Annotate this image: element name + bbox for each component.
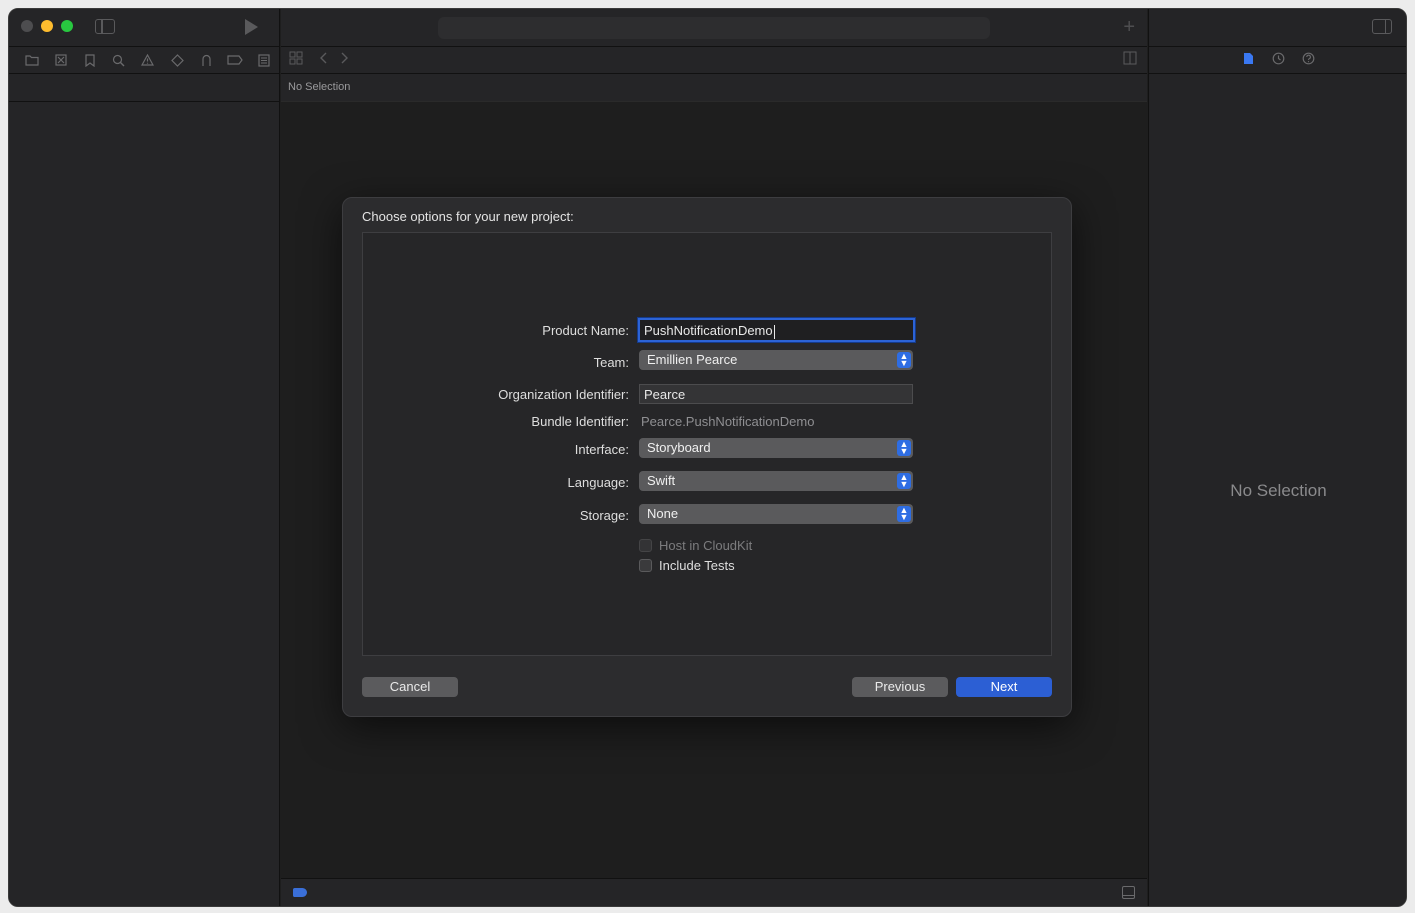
bundle-identifier-label: Bundle Identifier: xyxy=(531,414,629,429)
debug-bar xyxy=(281,878,1147,906)
history-icon[interactable] xyxy=(1269,52,1289,68)
cancel-button[interactable]: Cancel xyxy=(362,677,458,697)
language-row: Language: Swift ▲ ▼ xyxy=(363,471,1051,493)
sidebar-toggle-icon[interactable] xyxy=(95,19,115,34)
help-icon[interactable] xyxy=(1299,52,1319,68)
host-in-cloudkit-option: Host in CloudKit xyxy=(639,536,752,554)
navigator-content xyxy=(9,74,279,102)
include-tests-checkbox[interactable] xyxy=(639,558,652,572)
team-label: Team: xyxy=(593,355,629,370)
activity-viewer xyxy=(438,17,990,39)
inspector-pane: No Selection xyxy=(1148,9,1406,906)
new-project-options-sheet: Choose options for your new project: Pro… xyxy=(342,197,1072,717)
text-caret xyxy=(773,324,775,339)
path-bar: No Selection xyxy=(281,74,1147,102)
inspector-toolbar xyxy=(1149,9,1406,46)
team-value: Emillien Pearce xyxy=(647,352,738,367)
inspector-tab-bar xyxy=(1149,46,1406,74)
debug-area-toggle-icon[interactable] xyxy=(1122,886,1135,899)
source-control-icon[interactable] xyxy=(46,50,75,70)
grid-icon[interactable] xyxy=(289,51,303,68)
run-icon[interactable] xyxy=(245,19,258,35)
product-name-label: Product Name: xyxy=(542,323,629,338)
previous-button[interactable]: Previous xyxy=(852,677,948,697)
host-in-cloudkit-label: Host in CloudKit xyxy=(659,537,753,553)
folder-icon[interactable] xyxy=(17,50,46,70)
report-icon[interactable] xyxy=(250,50,279,70)
sheet-title: Choose options for your new project: xyxy=(362,209,574,224)
inspector-no-selection: No Selection xyxy=(1230,481,1327,500)
organization-identifier-value: Pearce xyxy=(644,387,686,402)
warning-icon[interactable] xyxy=(133,50,162,70)
team-row: Team: Emillien Pearce ▲ ▼ xyxy=(363,350,1051,372)
team-popup[interactable]: Emillien Pearce ▲ ▼ xyxy=(639,350,913,370)
search-icon[interactable] xyxy=(104,50,133,70)
language-value: Swift xyxy=(647,473,676,488)
inspector-toggle-icon[interactable] xyxy=(1372,19,1392,34)
editor-toolbar: + xyxy=(281,9,1147,46)
chevron-left-icon[interactable] xyxy=(319,51,329,68)
language-popup[interactable]: Swift ▲ ▼ xyxy=(639,471,913,491)
product-name-row: Product Name: PushNotificationDemo xyxy=(363,318,1051,342)
popup-stepper-icon: ▲ ▼ xyxy=(897,352,911,368)
navigator-toolbar xyxy=(9,9,279,46)
debug-icon[interactable] xyxy=(192,50,221,70)
storage-row: Storage: None ▲ ▼ xyxy=(363,504,1051,526)
bookmark-icon[interactable] xyxy=(75,50,104,70)
organization-identifier-label: Organization Identifier: xyxy=(498,387,629,402)
popup-stepper-icon: ▲ ▼ xyxy=(897,506,911,522)
storage-value: None xyxy=(647,506,679,521)
storage-label: Storage: xyxy=(579,508,629,523)
add-icon[interactable]: + xyxy=(1123,15,1135,39)
storage-popup[interactable]: None ▲ ▼ xyxy=(639,504,913,524)
popup-stepper-icon: ▲ ▼ xyxy=(897,473,911,489)
options-panel: Product Name: PushNotificationDemo Team:… xyxy=(362,232,1052,656)
include-tests-label[interactable]: Include Tests xyxy=(659,558,735,573)
file-inspector-icon[interactable] xyxy=(1239,52,1259,68)
bundle-identifier-value: Pearce.PushNotificationDemo xyxy=(641,414,815,429)
navigator-pane xyxy=(9,9,280,906)
language-label: Language: xyxy=(567,475,629,490)
close-window-button[interactable] xyxy=(21,20,33,32)
test-icon[interactable] xyxy=(163,50,192,70)
include-tests-option: Include Tests xyxy=(639,556,735,574)
organization-identifier-field[interactable]: Pearce xyxy=(639,384,913,404)
interface-label: Interface: xyxy=(574,442,629,457)
split-editor-icon[interactable] xyxy=(1123,51,1137,68)
next-button[interactable]: Next xyxy=(956,677,1052,697)
host-in-cloudkit-checkbox xyxy=(639,538,652,552)
bundle-identifier-row: Bundle Identifier: Pearce.PushNotificati… xyxy=(363,411,1051,433)
organization-identifier-row: Organization Identifier: Pearce xyxy=(363,384,1051,406)
breakpoint-icon[interactable] xyxy=(221,50,250,70)
popup-stepper-icon: ▲ ▼ xyxy=(897,440,911,456)
jump-bar xyxy=(281,46,1147,74)
minimize-window-button[interactable] xyxy=(41,20,53,32)
product-name-field[interactable]: PushNotificationDemo xyxy=(638,318,915,342)
zoom-window-button[interactable] xyxy=(61,20,73,32)
interface-popup[interactable]: Storyboard ▲ ▼ xyxy=(639,438,913,458)
product-name-value: PushNotificationDemo xyxy=(644,323,773,338)
breakpoint-tag-icon[interactable] xyxy=(293,888,307,897)
interface-value: Storyboard xyxy=(647,440,711,455)
navigator-tab-bar xyxy=(9,46,279,74)
editor-no-selection: No Selection xyxy=(288,81,351,93)
interface-row: Interface: Storyboard ▲ ▼ xyxy=(363,438,1051,460)
chevron-right-icon[interactable] xyxy=(339,51,349,68)
